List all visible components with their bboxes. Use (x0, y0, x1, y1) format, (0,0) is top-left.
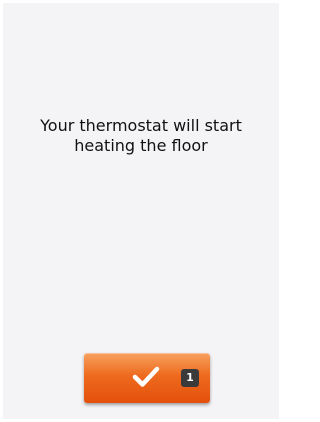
thermostat-screen: Your thermostat will start heating the f… (3, 3, 279, 419)
step-number-badge: 1 (181, 369, 199, 387)
confirm-button[interactable]: 1 (84, 353, 210, 403)
check-icon (132, 366, 160, 387)
status-message-line-1: Your thermostat will start (40, 116, 242, 135)
status-message: Your thermostat will start heating the f… (13, 116, 269, 156)
status-message-line-2: heating the floor (74, 136, 208, 155)
